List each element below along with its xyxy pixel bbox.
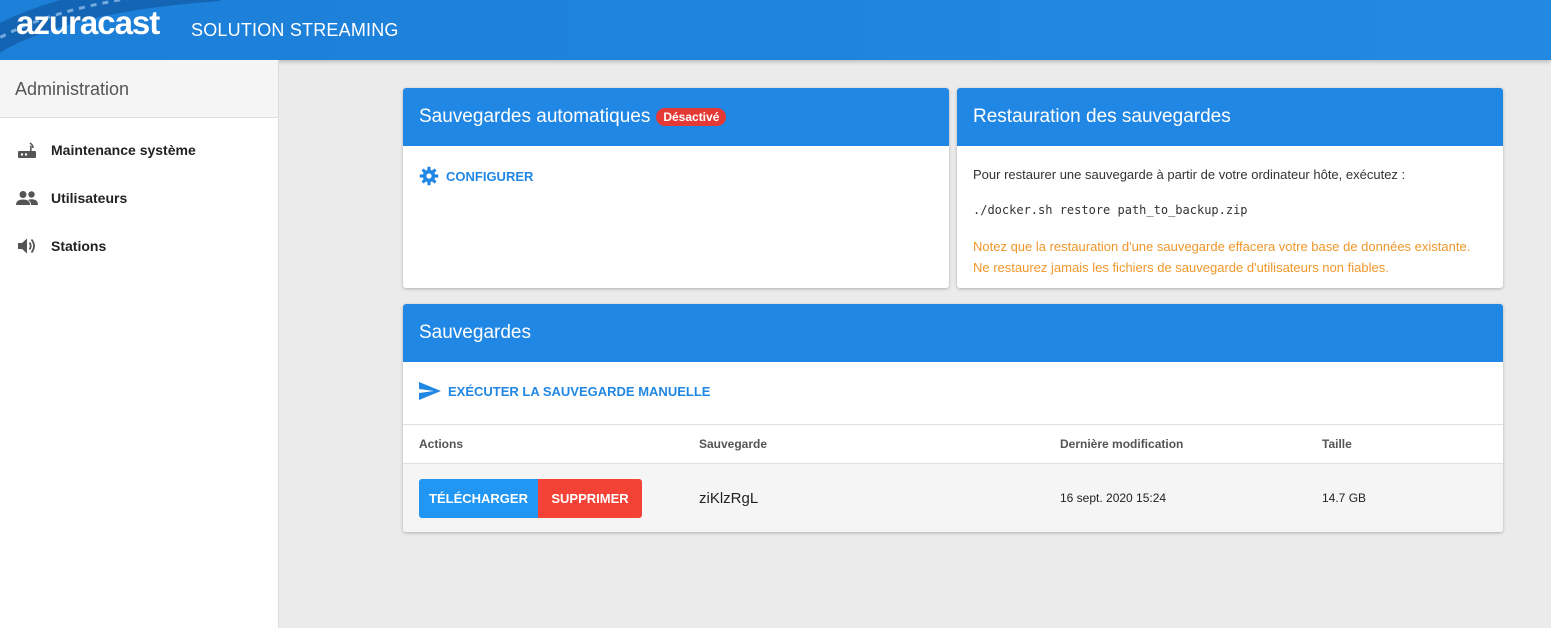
backups-title: Sauvegardes	[419, 322, 531, 343]
column-header-modified: Dernière modification	[1060, 437, 1184, 451]
instance-name: SOLUTION STREAMING	[191, 20, 399, 40]
send-icon	[419, 382, 441, 400]
users-icon	[16, 187, 38, 209]
app-logo[interactable]: azuracast	[16, 4, 160, 42]
configure-label: CONFIGURER	[446, 168, 534, 184]
auto-backups-header: Sauvegardes automatiques Désactivé	[403, 88, 949, 146]
manual-backup-button[interactable]: EXÉCUTER LA SAUVEGARDE MANUELLE	[419, 382, 710, 400]
sidebar-item-users[interactable]: Utilisateurs	[0, 174, 278, 222]
sidebar-nav: Maintenance système Utilisateurs Station…	[0, 118, 278, 270]
backups-card: Sauvegardes EXÉCUTER LA SAUVEGARDE MANUE…	[403, 304, 1503, 532]
manual-backup-label: EXÉCUTER LA SAUVEGARDE MANUELLE	[448, 383, 711, 399]
router-icon	[16, 139, 38, 161]
table-header: Actions Sauvegarde Dernière modification…	[403, 424, 1503, 464]
column-header-size: Taille	[1322, 437, 1352, 451]
sidebar-item-label: Utilisateurs	[51, 190, 128, 206]
sidebar: Administration Maintenance système Utili…	[0, 60, 279, 628]
table-row: TÉLÉCHARGER SUPPRIMER ziKlzRgL 16 sept. …	[403, 464, 1503, 532]
logo-text-bold: azura	[16, 4, 98, 41]
auto-backups-card: Sauvegardes automatiques Désactivé CONFI…	[403, 88, 949, 288]
backup-size: 14.7 GB	[1322, 491, 1367, 505]
restore-card: Restauration des sauvegardes Pour restau…	[957, 88, 1503, 288]
download-button[interactable]: TÉLÉCHARGER	[419, 478, 538, 518]
column-header-actions: Actions	[419, 437, 464, 451]
auto-backups-title: Sauvegardes automatiques	[419, 106, 651, 127]
sidebar-item-maintenance[interactable]: Maintenance système	[0, 126, 278, 174]
restore-header: Restauration des sauvegardes	[957, 88, 1503, 146]
sidebar-item-label: Maintenance système	[51, 142, 196, 158]
top-bar: azuracast SOLUTION STREAMING	[0, 0, 1551, 60]
logo-text-rest: cast	[97, 4, 160, 41]
delete-button[interactable]: SUPPRIMER	[538, 478, 642, 518]
restore-intro: Pour restaurer une sauvegarde à partir d…	[973, 167, 1406, 182]
sidebar-item-stations[interactable]: Stations	[0, 222, 278, 270]
restore-title: Restauration des sauvegardes	[973, 106, 1231, 127]
configure-button[interactable]: CONFIGURER	[419, 166, 533, 186]
restore-command: ./docker.sh restore path_to_backup.zip	[973, 203, 1248, 217]
column-header-backup: Sauvegarde	[699, 437, 768, 451]
backup-modified: 16 sept. 2020 15:24	[1060, 491, 1167, 505]
sidebar-item-label: Stations	[51, 238, 107, 254]
status-badge: Désactivé	[656, 108, 727, 126]
backups-header: Sauvegardes	[403, 304, 1503, 362]
backup-name: ziKlzRgL	[699, 489, 759, 507]
volume-icon	[16, 235, 38, 257]
sidebar-title: Administration	[0, 60, 278, 118]
gear-icon	[419, 166, 439, 186]
restore-warning: Notez que la restauration d'une sauvegar…	[973, 239, 1471, 275]
